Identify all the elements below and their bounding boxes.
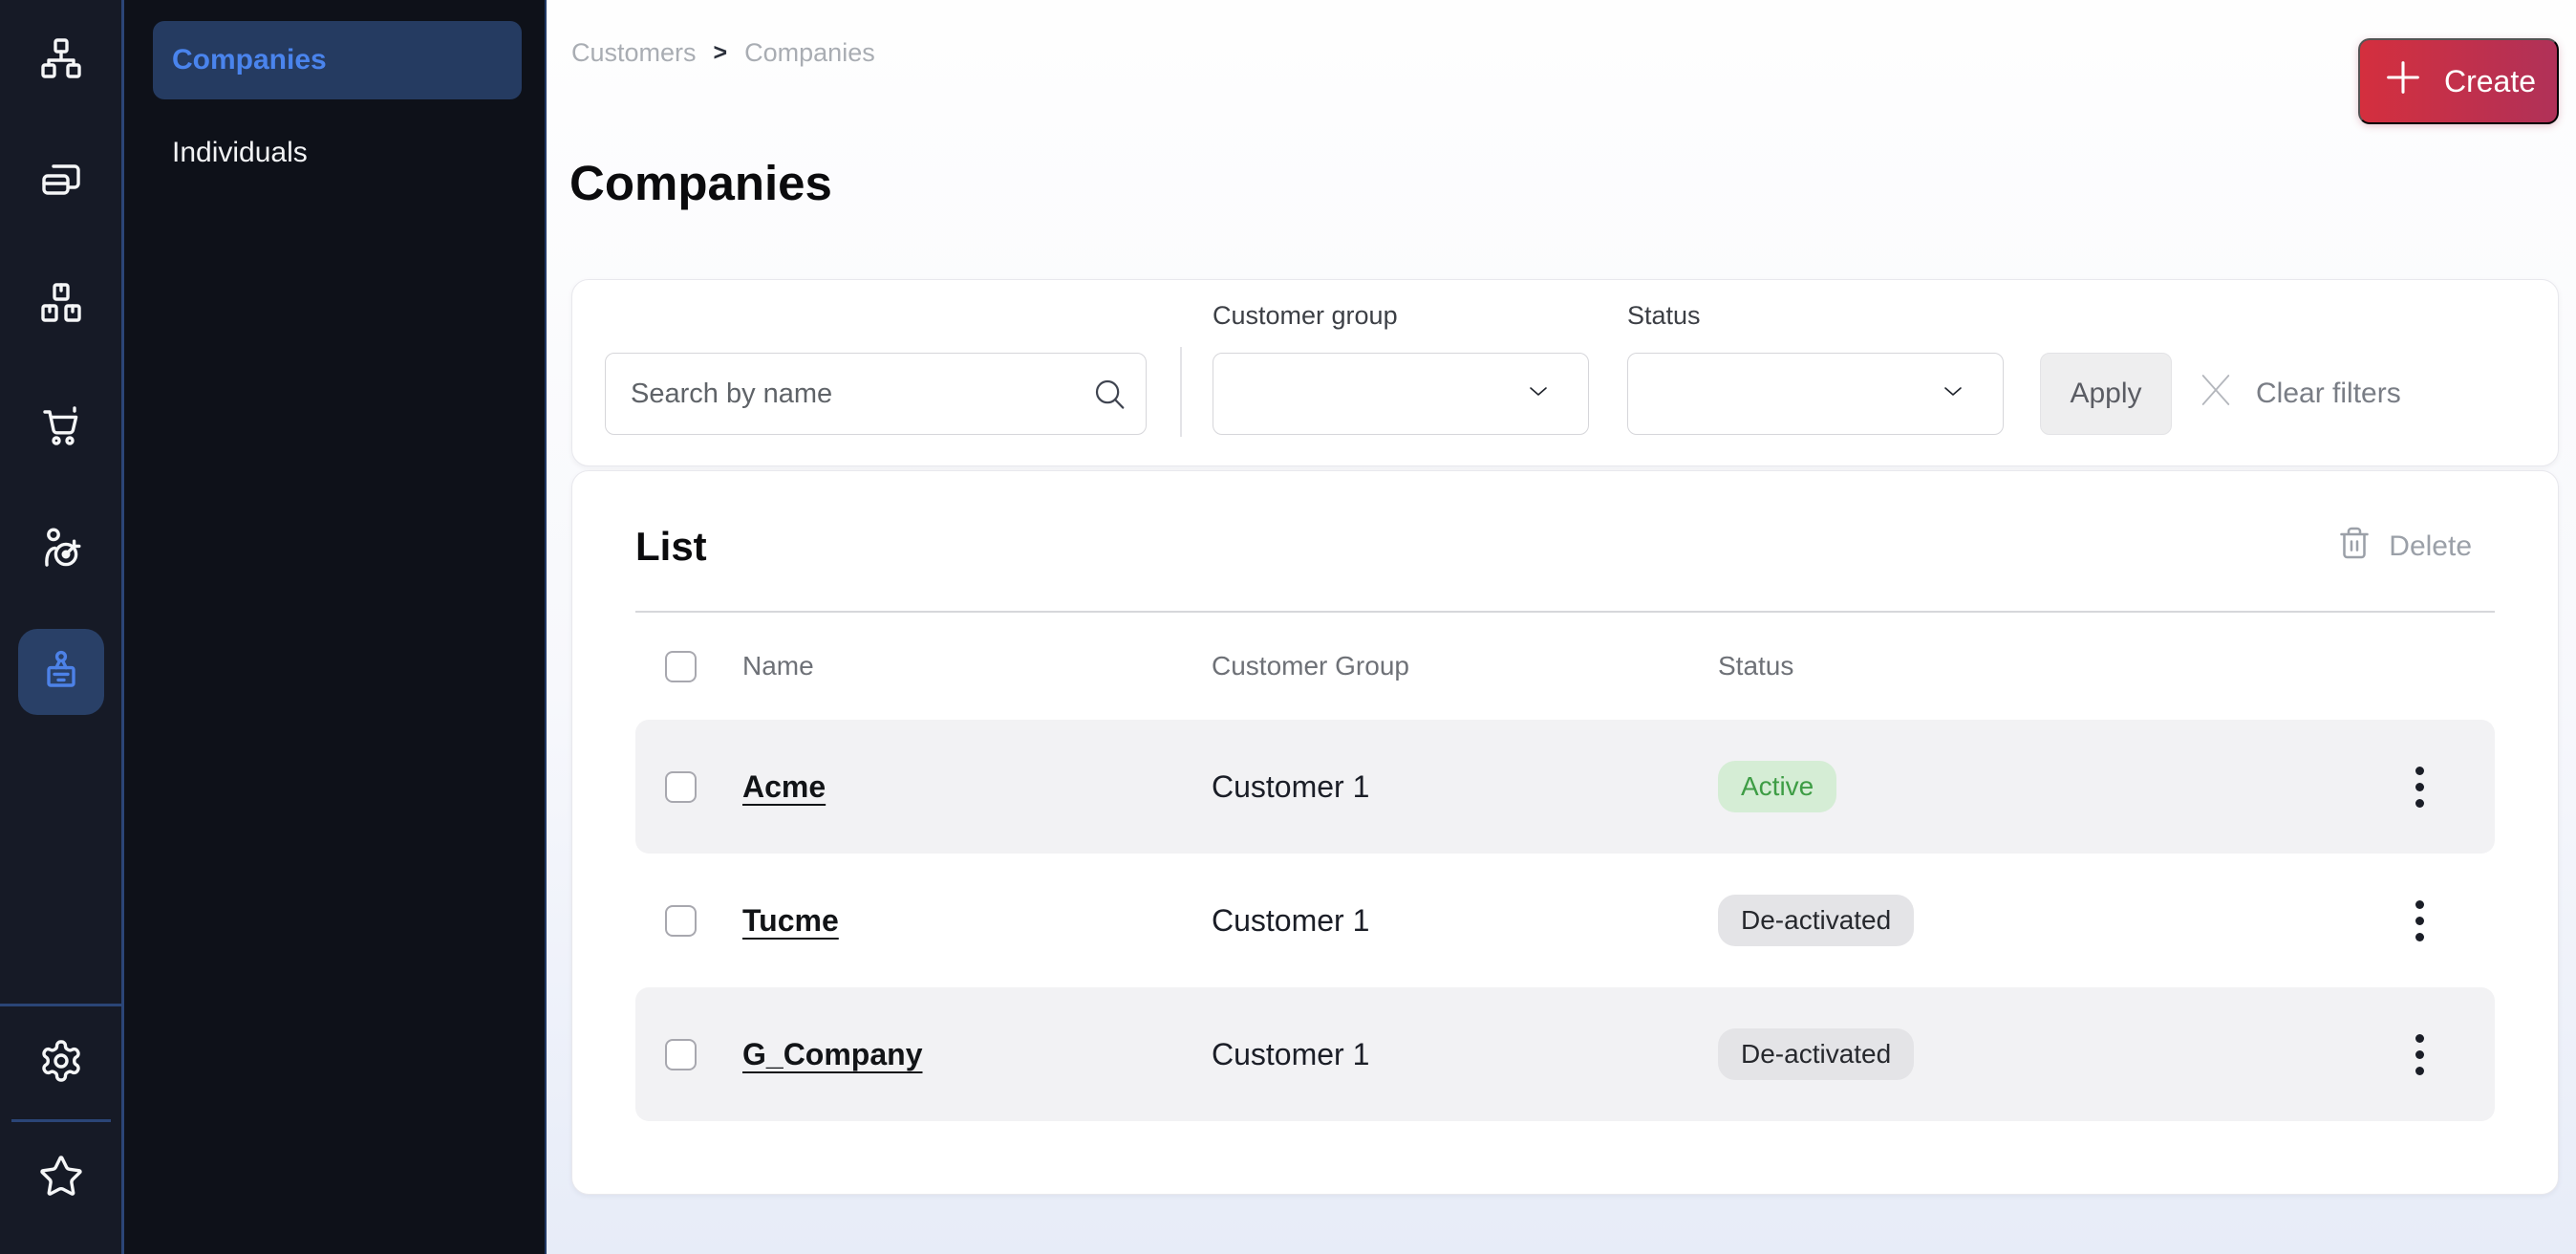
filter-divider <box>1180 347 1182 437</box>
search-icon <box>1091 376 1127 412</box>
table-row: Acme Customer 1 Active <box>635 720 2495 854</box>
sidebar-item-customers[interactable] <box>18 629 104 715</box>
star-icon <box>38 1154 84 1204</box>
customer-group-select[interactable] <box>1213 353 1589 435</box>
rail-divider <box>0 1004 121 1006</box>
close-icon <box>2197 371 2235 417</box>
list-card: List Delete Name Customer Group Status A… <box>571 470 2559 1195</box>
list-header: List Delete <box>635 471 2495 611</box>
product-boxes-icon <box>38 280 84 331</box>
status-label: Status <box>1627 301 1701 331</box>
select-row-checkbox[interactable] <box>665 1039 697 1070</box>
select-row-checkbox[interactable] <box>665 771 697 803</box>
trash-icon <box>2337 526 2372 568</box>
search-wrap <box>605 353 1147 435</box>
create-button[interactable]: Create <box>2358 38 2559 124</box>
table-row: Tucme Customer 1 De-activated <box>635 854 2495 987</box>
breadcrumb: Customers > Companies <box>571 38 875 68</box>
page-title: Companies <box>569 155 832 211</box>
delete-button[interactable]: Delete <box>2337 526 2495 568</box>
sidebar-item-org-chart[interactable] <box>18 17 104 103</box>
status-badge: De-activated <box>1718 895 1914 946</box>
main-content: Customers > Companies Create Companies C… <box>547 0 2576 1254</box>
row-actions-menu[interactable] <box>2406 1025 2434 1085</box>
company-link[interactable]: Acme <box>742 769 826 804</box>
icon-rail <box>0 0 124 1254</box>
column-header-name: Name <box>742 651 1212 681</box>
row-actions-menu[interactable] <box>2406 757 2434 817</box>
select-all-checkbox[interactable] <box>665 651 697 682</box>
sidebar-item-companies[interactable]: Companies <box>153 21 522 99</box>
marketing-target-icon <box>38 525 84 575</box>
org-chart-icon <box>38 35 84 86</box>
row-actions-menu[interactable] <box>2406 891 2434 951</box>
create-button-label: Create <box>2444 64 2536 99</box>
sub-sidebar: Companies Individuals <box>124 0 547 1254</box>
column-header-status: Status <box>1718 651 2344 681</box>
status-badge: De-activated <box>1718 1028 1914 1080</box>
sidebar-item-label: Individuals <box>172 137 308 169</box>
sidebar-item-payments[interactable] <box>18 140 104 226</box>
status-select[interactable] <box>1627 353 2004 435</box>
column-header-customer-group: Customer Group <box>1212 651 1718 681</box>
sidebar-item-individuals[interactable]: Individuals <box>172 130 308 176</box>
customer-group-cell: Customer 1 <box>1212 1037 1718 1072</box>
gear-icon <box>38 1038 84 1089</box>
status-badge: Active <box>1718 761 1836 812</box>
clear-filters-label: Clear filters <box>2256 378 2401 410</box>
sidebar-item-marketing[interactable] <box>18 507 104 593</box>
sidebar-item-settings[interactable] <box>18 1020 104 1106</box>
search-input[interactable] <box>605 353 1147 435</box>
breadcrumb-companies[interactable]: Companies <box>744 38 875 68</box>
payment-cards-icon <box>38 158 84 208</box>
delete-button-label: Delete <box>2389 530 2472 563</box>
table-header-row: Name Customer Group Status <box>635 613 2495 720</box>
breadcrumb-separator: > <box>714 39 728 67</box>
customer-badge-icon <box>38 647 84 698</box>
filters-card: Customer group Status Apply <box>571 279 2559 466</box>
sidebar-item-label: Companies <box>172 44 327 76</box>
apply-button[interactable]: Apply <box>2040 353 2172 435</box>
chevron-down-icon <box>1936 380 1970 408</box>
company-link[interactable]: G_Company <box>742 1037 922 1071</box>
customer-group-cell: Customer 1 <box>1212 769 1718 805</box>
clear-filters-button[interactable]: Clear filters <box>2197 353 2401 435</box>
rail-bottom-icons <box>0 1004 121 1254</box>
sidebar-item-products[interactable] <box>18 262 104 348</box>
sidebar-item-favorites[interactable] <box>18 1135 104 1222</box>
chevron-down-icon <box>1521 380 1556 408</box>
table-row: G_Company Customer 1 De-activated <box>635 987 2495 1121</box>
customer-group-cell: Customer 1 <box>1212 903 1718 939</box>
customer-group-label: Customer group <box>1213 301 1398 331</box>
plus-icon <box>2381 55 2425 107</box>
company-link[interactable]: Tucme <box>742 903 839 938</box>
rail-top-icons <box>18 0 104 715</box>
select-row-checkbox[interactable] <box>665 905 697 937</box>
rail-divider <box>11 1119 111 1122</box>
sidebar-item-orders[interactable] <box>18 384 104 470</box>
breadcrumb-customers[interactable]: Customers <box>571 38 697 68</box>
list-title: List <box>635 524 707 570</box>
cart-icon <box>38 402 84 453</box>
